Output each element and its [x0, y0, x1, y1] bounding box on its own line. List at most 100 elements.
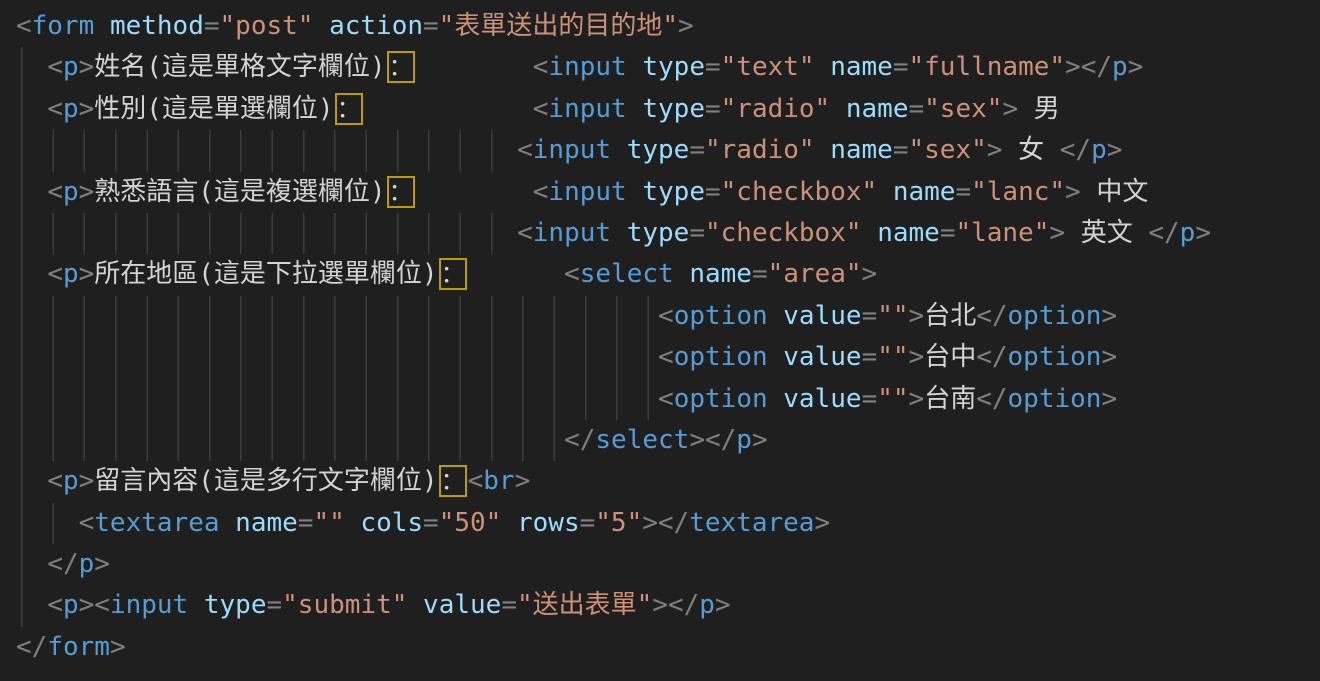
token-text	[407, 590, 423, 620]
token-punct: <	[47, 177, 63, 207]
token-tag: select	[580, 259, 674, 289]
code-line-10[interactable]: <option value="">台南</option>	[0, 379, 1320, 420]
token-text	[611, 218, 627, 248]
token-text: 台南	[924, 384, 976, 414]
token-str: "area"	[768, 259, 862, 289]
token-punct: <	[564, 259, 580, 289]
token-attr: name	[877, 218, 940, 248]
indent-guides	[16, 585, 47, 626]
token-tag: textarea	[94, 508, 219, 538]
code-chunk: <input type="checkbox" name="lane"> 英文 <…	[517, 213, 1211, 254]
token-punct: >	[110, 632, 126, 662]
token-attr: cols	[360, 508, 423, 538]
code-line-1[interactable]: <form method="post" action="表單送出的目的地">	[0, 6, 1320, 47]
code-line-2[interactable]: <p>姓名(這是單格文字欄位)：<input type="text" name=…	[0, 47, 1320, 88]
token-punct: </	[976, 342, 1007, 372]
token-punct: =	[705, 177, 721, 207]
token-tag: option	[1008, 342, 1102, 372]
token-punct: <	[658, 301, 674, 331]
token-tag: p	[699, 590, 715, 620]
code-line-13[interactable]: <textarea name="" cols="50" rows="5"></t…	[0, 503, 1320, 544]
token-tag: option	[674, 301, 768, 331]
token-punct: =	[862, 342, 878, 372]
token-punct: <	[47, 52, 63, 82]
code-line-3[interactable]: <p>性別(這是單選欄位)：<input type="radio" name="…	[0, 89, 1320, 130]
token-punct: >	[689, 425, 705, 455]
code-chunk: <option value="">台北</option>	[658, 296, 1117, 337]
token-str: "lanc"	[971, 177, 1065, 207]
token-punct: >	[1101, 384, 1117, 414]
indent-guides	[16, 213, 517, 254]
token-punct: </	[976, 384, 1007, 414]
token-punct: </	[564, 425, 595, 455]
token-text	[220, 508, 236, 538]
token-punct: >	[79, 94, 95, 124]
token-punct: <	[517, 218, 533, 248]
indent-guides	[16, 337, 658, 378]
token-punct: <	[517, 135, 533, 165]
token-attr: type	[204, 590, 267, 620]
code-chunk: <textarea name="" cols="50" rows="5"></t…	[79, 503, 830, 544]
code-chunk: <input type="checkbox" name="lanc"> 中文	[533, 172, 1149, 213]
token-punct: </	[658, 508, 689, 538]
indent-guides	[16, 379, 658, 420]
code-line-11[interactable]: </select></p>	[0, 420, 1320, 461]
indent-guides	[16, 296, 658, 337]
token-punct: >	[862, 259, 878, 289]
token-text	[830, 94, 846, 124]
token-punct: =	[909, 94, 925, 124]
token-str: "radio"	[721, 94, 831, 124]
code-line-12[interactable]: <p>留言內容(這是多行文字欄位)：<br>	[0, 461, 1320, 502]
token-punct: =	[955, 177, 971, 207]
code-line-16[interactable]: </form>	[0, 627, 1320, 668]
token-tag: p	[79, 549, 95, 579]
token-str: "post"	[220, 11, 314, 41]
code-line-14[interactable]: </p>	[0, 544, 1320, 585]
code-editor[interactable]: <form method="post" action="表單送出的目的地"><p…	[0, 0, 1320, 681]
code-line-9[interactable]: <option value="">台中</option>	[0, 337, 1320, 378]
token-punct: >	[1101, 301, 1117, 331]
token-punct: >	[909, 342, 925, 372]
code-line-7[interactable]: <p>所在地區(這是下拉選單欄位)：<select name="area">	[0, 254, 1320, 295]
token-punct: <	[94, 590, 110, 620]
code-chunk: <select name="area">	[564, 254, 877, 295]
token-punct: </	[668, 590, 699, 620]
token-text	[188, 590, 204, 620]
token-tag: form	[47, 632, 110, 662]
token-punct: <	[47, 466, 63, 496]
token-tag: form	[32, 11, 95, 41]
token-punct: =	[689, 135, 705, 165]
token-attr: type	[627, 218, 690, 248]
token-str: "sex"	[909, 135, 987, 165]
token-punct: =	[204, 11, 220, 41]
code-line-5[interactable]: <p>熟悉語言(這是複選欄位)：<input type="checkbox" n…	[0, 172, 1320, 213]
token-punct: =	[298, 508, 314, 538]
code-line-15[interactable]: <p><input type="submit" value="送出表單"></p…	[0, 585, 1320, 626]
code-line-8[interactable]: <option value="">台北</option>	[0, 296, 1320, 337]
token-tag: option	[674, 342, 768, 372]
unicode-highlight-box: ：	[439, 465, 467, 497]
token-str: "text"	[721, 52, 815, 82]
code-chunk: <form method="post" action="表單送出的目的地">	[16, 6, 694, 47]
token-tag: p	[1180, 218, 1196, 248]
code-chunk: <p>性別(這是單選欄位)：	[47, 89, 363, 130]
code-chunk: <input type="radio" name="sex"> 女 </p>	[517, 130, 1122, 171]
token-punct: >	[987, 135, 1003, 165]
token-tag: input	[110, 590, 188, 620]
token-text	[768, 342, 784, 372]
token-text: 所在地區(這是下拉選單欄位)	[94, 259, 437, 289]
indent-guides	[16, 47, 47, 88]
code-line-6[interactable]: <input type="checkbox" name="lane"> 英文 <…	[0, 213, 1320, 254]
token-punct: <	[79, 508, 95, 538]
token-attr: value	[783, 301, 861, 331]
code-line-4[interactable]: <input type="radio" name="sex"> 女 </p>	[0, 130, 1320, 171]
indent-guides	[16, 130, 517, 171]
token-punct: <	[468, 466, 484, 496]
token-tag: p	[63, 177, 79, 207]
token-tag: textarea	[689, 508, 814, 538]
token-text	[501, 508, 517, 538]
token-punct: </	[47, 549, 78, 579]
indent-guides	[16, 89, 47, 130]
token-text	[877, 177, 893, 207]
token-punct: </	[1060, 135, 1091, 165]
